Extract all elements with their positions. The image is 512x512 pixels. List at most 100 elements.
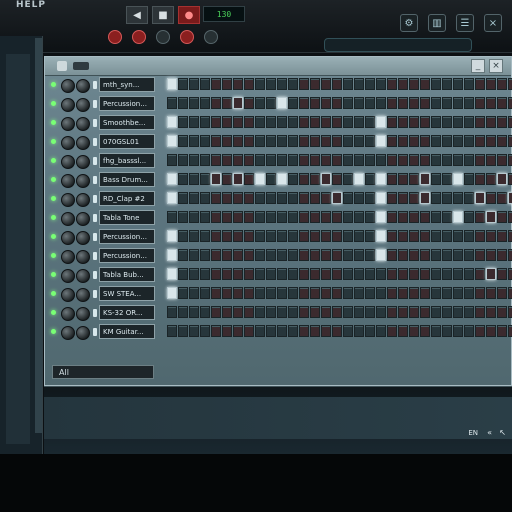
step-button[interactable]: [475, 211, 485, 223]
step-button[interactable]: [398, 325, 408, 337]
step-button[interactable]: [233, 154, 243, 166]
step-button[interactable]: [211, 135, 221, 147]
step-button[interactable]: [431, 230, 441, 242]
step-button[interactable]: [299, 211, 309, 223]
step-button[interactable]: [442, 135, 452, 147]
step-button[interactable]: [409, 211, 419, 223]
step-button[interactable]: [277, 192, 287, 204]
pan-knob[interactable]: [61, 117, 75, 131]
step-button[interactable]: [486, 192, 496, 204]
step-button[interactable]: [310, 287, 320, 299]
step-button[interactable]: [299, 230, 309, 242]
step-button[interactable]: [365, 116, 375, 128]
step-button[interactable]: [277, 268, 287, 280]
step-button[interactable]: [343, 268, 353, 280]
step-button[interactable]: [299, 325, 309, 337]
step-button[interactable]: [365, 173, 375, 185]
step-button[interactable]: [343, 249, 353, 261]
step-button[interactable]: [475, 249, 485, 261]
step-button[interactable]: [508, 211, 512, 223]
step-button[interactable]: [167, 325, 177, 337]
channel-name[interactable]: Tabla Bub...: [99, 267, 155, 282]
pan-knob[interactable]: [61, 231, 75, 245]
step-button[interactable]: [332, 325, 342, 337]
pattern-selector-icon[interactable]: [73, 62, 89, 70]
step-button[interactable]: [343, 306, 353, 318]
channel-name[interactable]: Tabla Tone: [99, 210, 155, 225]
step-button[interactable]: [398, 230, 408, 242]
step-button[interactable]: [255, 211, 265, 223]
step-button[interactable]: [354, 154, 364, 166]
step-button[interactable]: [486, 97, 496, 109]
step-button[interactable]: [486, 230, 496, 242]
select-indicator[interactable]: [93, 176, 97, 184]
channel-row[interactable]: KS-32 OR...: [51, 305, 512, 322]
step-button[interactable]: [497, 192, 507, 204]
step-button[interactable]: [332, 211, 342, 223]
step-button[interactable]: [464, 230, 474, 242]
pan-knob[interactable]: [61, 212, 75, 226]
step-button[interactable]: [420, 268, 430, 280]
step-button[interactable]: [453, 230, 463, 242]
step-button[interactable]: [431, 78, 441, 90]
step-button[interactable]: [387, 116, 397, 128]
step-button[interactable]: [266, 325, 276, 337]
step-button[interactable]: [376, 173, 386, 185]
step-button[interactable]: [310, 78, 320, 90]
step-button[interactable]: [497, 306, 507, 318]
step-button[interactable]: [486, 116, 496, 128]
step-button[interactable]: [497, 78, 507, 90]
step-button[interactable]: [398, 306, 408, 318]
channel-name[interactable]: Percussion...: [99, 96, 155, 111]
step-button[interactable]: [310, 306, 320, 318]
step-button[interactable]: [376, 268, 386, 280]
step-button[interactable]: [343, 116, 353, 128]
step-button[interactable]: [211, 325, 221, 337]
step-button[interactable]: [420, 249, 430, 261]
step-button[interactable]: [508, 306, 512, 318]
step-button[interactable]: [486, 325, 496, 337]
step-button[interactable]: [365, 135, 375, 147]
step-button[interactable]: [233, 249, 243, 261]
step-button[interactable]: [299, 268, 309, 280]
step-button[interactable]: [508, 154, 512, 166]
step-button[interactable]: [354, 116, 364, 128]
step-button[interactable]: [266, 97, 276, 109]
close-icon[interactable]: ×: [484, 14, 502, 32]
channel-row[interactable]: fhg_basssl...: [51, 153, 512, 170]
step-button[interactable]: [189, 154, 199, 166]
step-button[interactable]: [321, 173, 331, 185]
channel-row[interactable]: Percussion...: [51, 229, 512, 246]
step-button[interactable]: [321, 135, 331, 147]
channel-row[interactable]: Tabla Bub...: [51, 267, 512, 284]
step-button[interactable]: [288, 325, 298, 337]
step-button[interactable]: [376, 135, 386, 147]
step-button[interactable]: [310, 173, 320, 185]
step-button[interactable]: [343, 211, 353, 223]
step-button[interactable]: [222, 173, 232, 185]
step-button[interactable]: [332, 173, 342, 185]
step-button[interactable]: [332, 306, 342, 318]
step-button[interactable]: [409, 135, 419, 147]
step-button[interactable]: [409, 268, 419, 280]
step-button[interactable]: [420, 192, 430, 204]
step-button[interactable]: [244, 173, 254, 185]
step-button[interactable]: [420, 154, 430, 166]
step-button[interactable]: [211, 154, 221, 166]
step-button[interactable]: [244, 116, 254, 128]
channel-led[interactable]: [51, 82, 56, 87]
select-indicator[interactable]: [93, 119, 97, 127]
step-button[interactable]: [475, 306, 485, 318]
channel-led[interactable]: [51, 139, 56, 144]
step-button[interactable]: [431, 287, 441, 299]
step-button[interactable]: [464, 192, 474, 204]
step-button[interactable]: [431, 211, 441, 223]
step-button[interactable]: [409, 230, 419, 242]
step-button[interactable]: [497, 287, 507, 299]
step-button[interactable]: [178, 116, 188, 128]
step-button[interactable]: [200, 116, 210, 128]
step-button[interactable]: [332, 287, 342, 299]
step-button[interactable]: [453, 78, 463, 90]
select-indicator[interactable]: [93, 157, 97, 165]
swing-knob[interactable]: [180, 30, 194, 44]
